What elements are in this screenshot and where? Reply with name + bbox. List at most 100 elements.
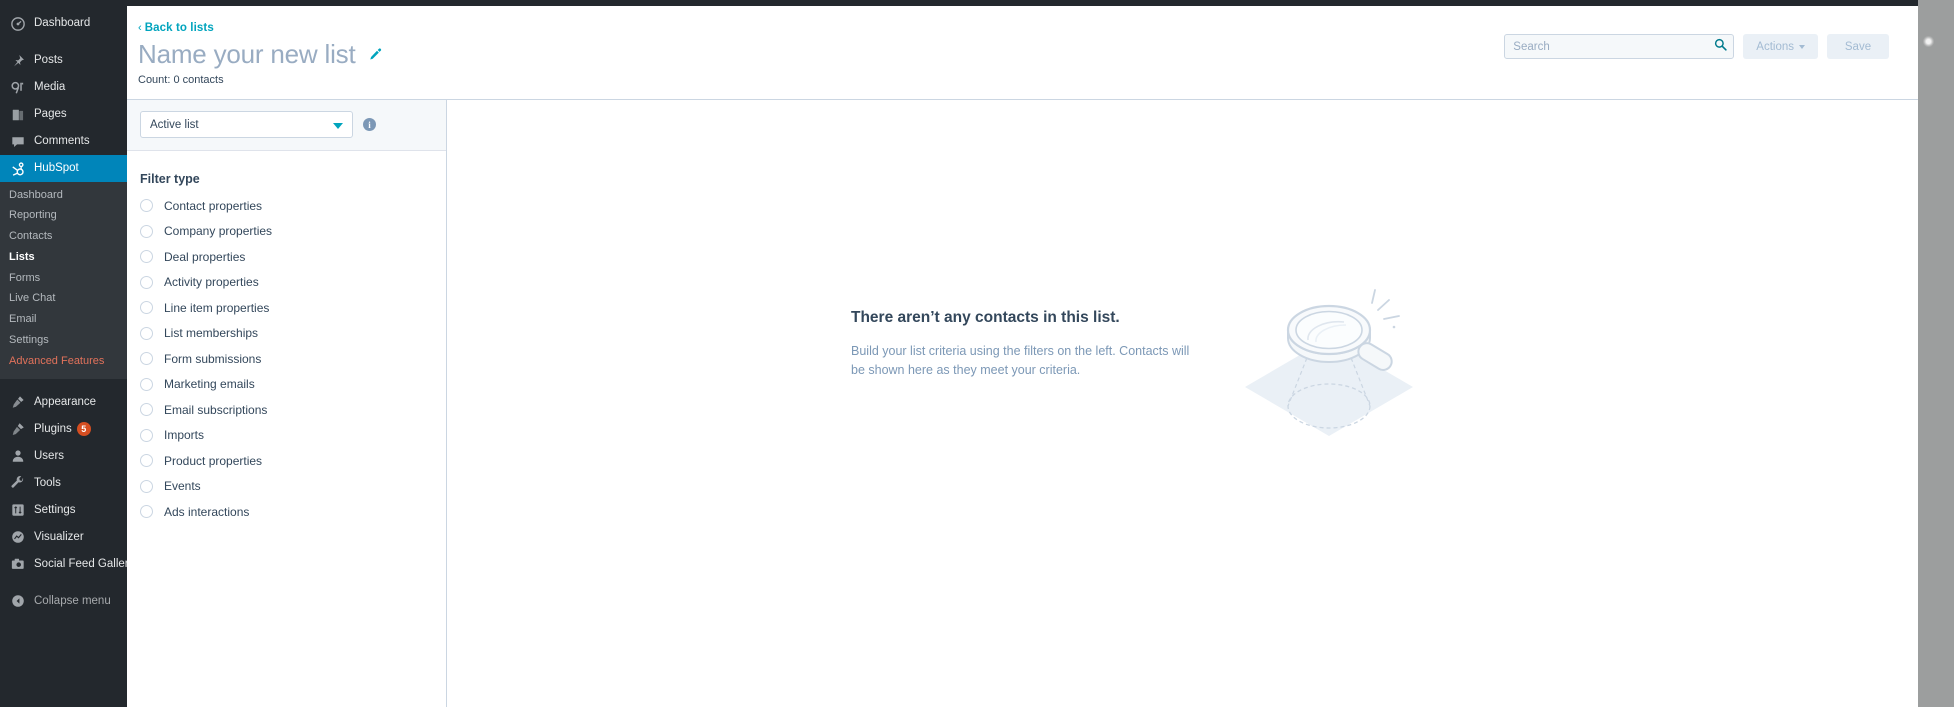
radio-button[interactable] xyxy=(140,403,153,417)
back-to-lists-label: Back to lists xyxy=(144,22,214,34)
sidebar-item-label: Appearance xyxy=(34,395,97,408)
user-icon xyxy=(8,447,28,465)
camera-icon xyxy=(8,555,28,573)
sidebar-item-label: Posts xyxy=(34,53,63,66)
collapse-menu-button[interactable]: Collapse menu xyxy=(0,588,127,615)
radio-button[interactable] xyxy=(140,352,153,366)
filter-option-label: Line item properties xyxy=(164,300,270,315)
submenu-item-settings[interactable]: Settings xyxy=(0,330,127,351)
search-box xyxy=(1504,34,1735,59)
contact-count: Count: 0 contacts xyxy=(138,74,224,86)
chevron-down-icon xyxy=(333,123,343,129)
sidebar-item-users[interactable]: Users xyxy=(0,443,127,470)
sidebar-item-hubspot[interactable]: HubSpot xyxy=(0,155,127,182)
radio-button[interactable] xyxy=(140,199,153,213)
sidebar-item-label: Pages xyxy=(34,107,67,120)
save-button[interactable]: Save xyxy=(1827,34,1889,59)
filter-panel: Active list i Filter type Contact proper… xyxy=(127,100,447,707)
filter-option-list-memberships[interactable]: List memberships xyxy=(127,321,446,347)
cursor-indicator xyxy=(1923,36,1934,47)
submenu-item-email[interactable]: Email xyxy=(0,310,127,331)
list-type-dropdown[interactable]: Active list xyxy=(140,111,353,138)
sidebar-item-settings[interactable]: Settings xyxy=(0,497,127,524)
sidebar-item-label: Tools xyxy=(34,476,61,489)
info-icon[interactable]: i xyxy=(363,118,376,131)
sidebar-item-visualizer[interactable]: Visualizer xyxy=(0,524,127,551)
filter-option-label: Deal properties xyxy=(164,249,246,264)
desktop-background-strip xyxy=(1918,0,1954,707)
pages-icon xyxy=(8,106,28,124)
browser-viewport: Dashboard Posts Media Pages Comments Hub… xyxy=(0,0,1918,707)
sidebar-item-media[interactable]: Media xyxy=(0,74,127,101)
submenu-item-reporting[interactable]: Reporting xyxy=(0,206,127,227)
filter-option-label: Product properties xyxy=(164,453,263,468)
sidebar-item-label: Media xyxy=(34,80,66,93)
submenu-item-contacts[interactable]: Contacts xyxy=(0,227,127,248)
submenu-item-lists[interactable]: Lists xyxy=(0,247,127,268)
sidebar-item-pages[interactable]: Pages xyxy=(0,101,127,128)
sidebar-item-comments[interactable]: Comments xyxy=(0,128,127,155)
search-input[interactable] xyxy=(1504,34,1735,59)
sidebar-item-plugins[interactable]: Plugins 5 xyxy=(0,416,127,443)
radio-button[interactable] xyxy=(140,250,153,264)
sidebar-item-social-feed-gallery[interactable]: Social Feed Gallery xyxy=(0,551,134,578)
radio-button[interactable] xyxy=(140,275,153,289)
filter-option-events[interactable]: Events xyxy=(127,474,446,500)
collapse-menu-label: Collapse menu xyxy=(34,594,111,607)
filter-option-activity-properties[interactable]: Activity properties xyxy=(127,270,446,296)
filter-option-product-properties[interactable]: Product properties xyxy=(127,448,446,474)
radio-button[interactable] xyxy=(140,428,153,442)
screen: Dashboard Posts Media Pages Comments Hub… xyxy=(0,0,1954,707)
filter-option-form-submissions[interactable]: Form submissions xyxy=(127,346,446,372)
sidebar-item-label: Visualizer xyxy=(34,530,84,543)
radio-button[interactable] xyxy=(140,224,153,238)
empty-state-title: There aren’t any contacts in this list. xyxy=(851,309,1120,326)
sidebar-item-appearance[interactable]: Appearance xyxy=(0,389,127,416)
save-button-label: Save xyxy=(1844,40,1872,53)
list-editor-header: ‹ Back to lists Name your new list Count:… xyxy=(127,6,1918,100)
filter-option-ads-interactions[interactable]: Ads interactions xyxy=(127,499,446,525)
submenu-item-advanced-features[interactable]: Advanced Features xyxy=(0,351,127,372)
sidebar-item-dashboard[interactable]: Dashboard xyxy=(0,10,127,37)
settings-icon xyxy=(8,501,28,519)
filter-option-marketing-emails[interactable]: Marketing emails xyxy=(127,372,446,398)
sidebar-item-label: Social Feed Gallery xyxy=(34,557,135,570)
list-type-selected-value: Active list xyxy=(150,118,199,131)
radio-button[interactable] xyxy=(140,479,153,493)
pencil-icon[interactable] xyxy=(369,48,382,61)
radio-button[interactable] xyxy=(140,326,153,340)
radio-button[interactable] xyxy=(140,454,153,468)
plug-icon xyxy=(8,420,28,438)
radio-button[interactable] xyxy=(140,505,153,519)
back-to-lists-link[interactable]: ‹ Back to lists xyxy=(138,22,214,34)
plugins-update-badge: 5 xyxy=(76,422,91,437)
filter-option-contact-properties[interactable]: Contact properties xyxy=(127,193,446,219)
contacts-content-area: There aren’t any contacts in this list. … xyxy=(448,100,1918,707)
filter-option-line-item-properties[interactable]: Line item properties xyxy=(127,295,446,321)
filter-option-deal-properties[interactable]: Deal properties xyxy=(127,244,446,270)
submenu-item-dashboard[interactable]: Dashboard xyxy=(0,185,127,206)
filter-option-email-subscriptions[interactable]: Email subscriptions xyxy=(127,397,446,423)
filter-option-imports[interactable]: Imports xyxy=(127,423,446,449)
filter-option-label: Company properties xyxy=(164,224,273,239)
title-row: Name your new list xyxy=(138,39,382,70)
filter-option-label: Form submissions xyxy=(164,351,262,366)
submenu-item-live-chat[interactable]: Live Chat xyxy=(0,289,127,310)
filter-option-label: List memberships xyxy=(164,326,259,341)
filter-option-label: Email subscriptions xyxy=(164,402,268,417)
sidebar-item-tools[interactable]: Tools xyxy=(0,470,127,497)
chevron-left-icon: ‹ xyxy=(138,22,142,34)
sidebar-item-posts[interactable]: Posts xyxy=(0,47,127,74)
submenu-item-forms[interactable]: Forms xyxy=(0,268,127,289)
sidebar-spacer-top xyxy=(0,0,127,10)
page-title[interactable]: Name your new list xyxy=(138,39,356,70)
collapse-arrow-icon xyxy=(8,592,28,610)
actions-button[interactable]: Actions xyxy=(1743,34,1818,59)
media-icon xyxy=(8,79,28,97)
filter-option-company-properties[interactable]: Company properties xyxy=(127,219,446,245)
hubspot-submenu: Dashboard Reporting Contacts Lists Forms… xyxy=(0,182,127,379)
radio-button[interactable] xyxy=(140,377,153,391)
radio-button[interactable] xyxy=(140,301,153,315)
